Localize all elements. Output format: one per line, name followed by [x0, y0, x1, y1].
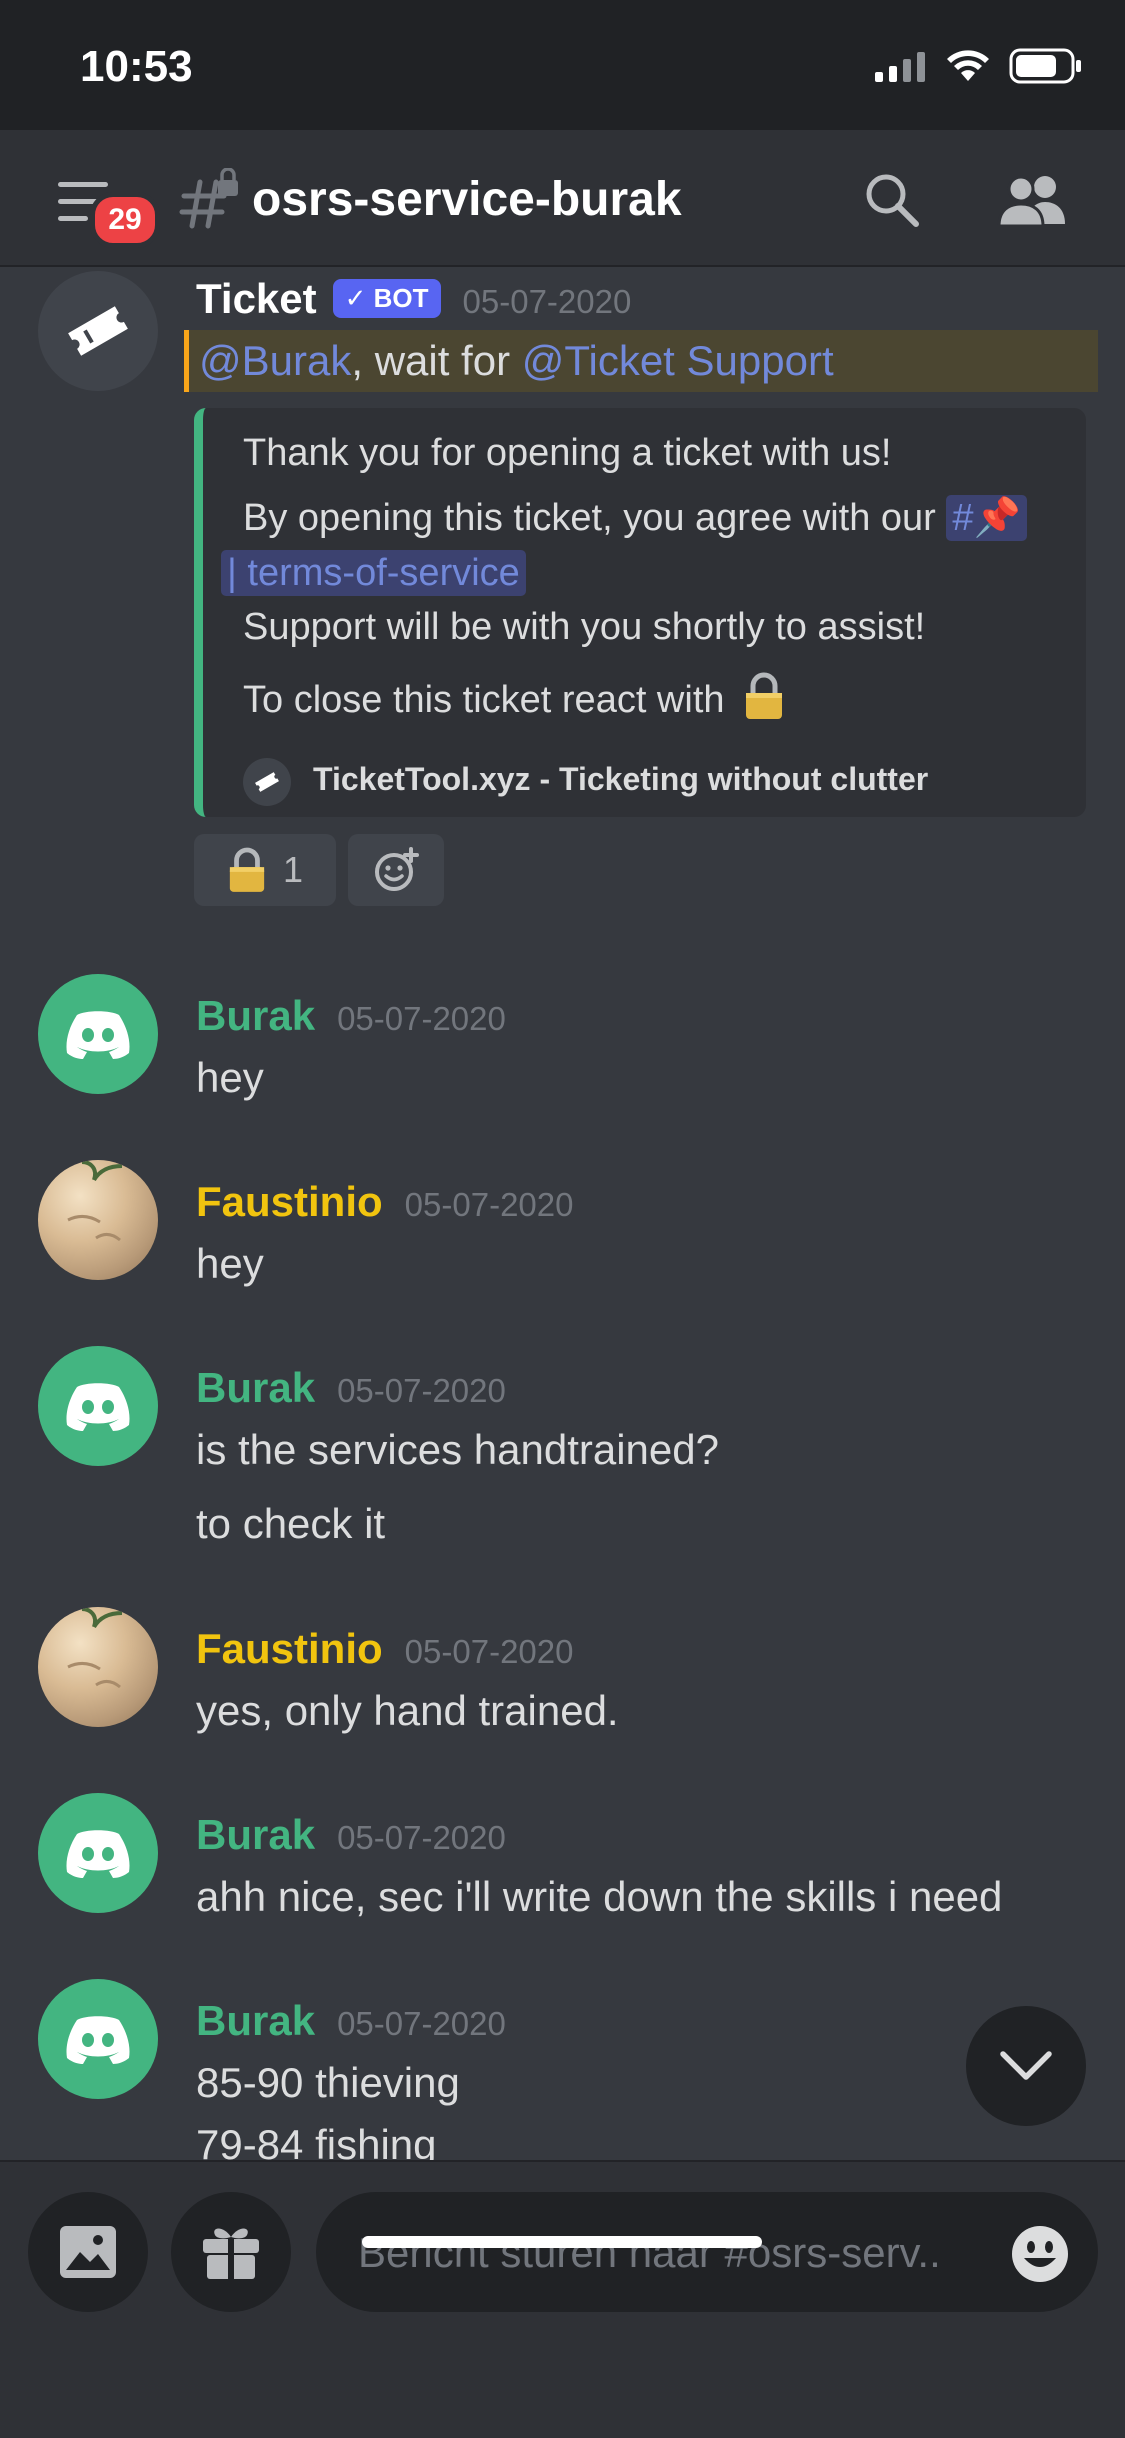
image-icon — [60, 2226, 116, 2278]
avatar[interactable] — [38, 1979, 158, 2099]
author-name[interactable]: Burak — [196, 1364, 315, 1411]
ticket-icon — [68, 306, 128, 356]
message-text: ahh nice, sec i'll write down the skills… — [196, 1873, 1003, 1920]
ticket-embed: Thank you for opening a ticket with us! … — [194, 408, 1086, 817]
jump-to-bottom-button[interactable] — [966, 2006, 1086, 2126]
message-feed[interactable]: Ticket ✓ BOT 05-07-2020 @Burak, wait for @… — [0, 267, 1125, 2160]
emoji-icon[interactable] — [1010, 2224, 1070, 2284]
message-text: hey — [196, 1054, 264, 1101]
message-timestamp: 05-07-2020 — [337, 1372, 506, 1409]
avatar[interactable] — [38, 974, 158, 1094]
reaction-lock[interactable]: 1 — [194, 834, 336, 906]
add-reaction-button[interactable] — [348, 834, 444, 906]
bot-avatar[interactable] — [38, 271, 158, 391]
channel-link[interactable]: | terms-of-service — [221, 550, 526, 596]
beach-photo-icon — [67, 1607, 123, 1689]
message-timestamp: 05-07-2020 — [337, 1819, 506, 1856]
bot-badge: ✓ BOT — [332, 279, 441, 318]
lock-icon — [746, 672, 783, 719]
embed-line: Thank you for opening a ticket with us! — [243, 432, 892, 474]
message-input-container — [316, 2192, 1098, 2314]
message-timestamp: 05-07-2020 — [404, 1633, 574, 1670]
mention-text: , wait for — [351, 337, 522, 384]
avatar[interactable] — [38, 1793, 158, 1913]
channel-title: osrs-service-burak — [252, 173, 682, 226]
embed-line: By opening this ticket, you agree with o… — [243, 495, 1027, 541]
discord-logo-icon — [66, 1830, 130, 1878]
author-name[interactable]: Faustinio — [196, 1625, 383, 1672]
avatar[interactable] — [38, 1607, 158, 1727]
message-input[interactable] — [356, 2192, 980, 2314]
user-mention[interactable]: @Burak — [199, 337, 351, 384]
search-icon[interactable] — [864, 172, 920, 228]
channel-link-hash[interactable]: #📌 — [946, 495, 1027, 541]
channel-header: 29 osrs-service-burak — [0, 130, 1125, 267]
embed-line: Support will be with you shortly to assi… — [243, 606, 926, 648]
author-name[interactable]: Burak — [196, 1997, 315, 2044]
discord-logo-icon — [66, 2016, 130, 2064]
discord-logo-icon — [66, 1383, 130, 1431]
reaction-count: 1 — [282, 849, 304, 890]
embed-line: To close this ticket react with — [243, 672, 785, 722]
wifi-icon — [947, 50, 989, 81]
chevron-down-icon — [1000, 2051, 1052, 2080]
author-name[interactable]: Burak — [196, 1811, 315, 1858]
message-text: to check it — [196, 1500, 386, 1547]
status-bar: 10:53 — [0, 0, 1125, 130]
beach-photo-icon — [67, 1160, 123, 1242]
pin-icon: 📌 — [973, 497, 1021, 539]
message-timestamp: 05-07-2020 — [337, 2005, 506, 2042]
message-timestamp: 05-07-2020 — [462, 283, 632, 320]
message-text: 85-90 thieving — [196, 2059, 460, 2106]
gift-icon — [203, 2228, 259, 2279]
message-text: 79-84 fishing — [196, 2121, 437, 2160]
author-name[interactable]: Faustinio — [196, 1178, 383, 1225]
message-text: yes, only hand trained. — [196, 1687, 619, 1734]
embed-footer: TicketTool.xyz - Ticketing without clutt… — [313, 761, 929, 797]
gift-button[interactable] — [171, 2192, 291, 2312]
lock-icon — [229, 847, 265, 892]
message-timestamp: 05-07-2020 — [337, 1000, 506, 1037]
message-text: is the services handtrained? — [196, 1426, 719, 1473]
avatar[interactable] — [38, 1160, 158, 1280]
unread-badge: 29 — [90, 192, 160, 248]
add-reaction-icon — [375, 847, 419, 891]
private-channel-icon — [179, 168, 238, 229]
footer-ticket-icon — [243, 758, 291, 806]
status-time: 10:53 — [80, 42, 193, 91]
composer-bar — [0, 2160, 1125, 2438]
avatar[interactable] — [38, 1346, 158, 1466]
battery-icon — [1009, 48, 1081, 84]
author-name[interactable]: Burak — [196, 992, 315, 1039]
signal-icon — [875, 52, 925, 82]
home-indicator[interactable] — [362, 2236, 762, 2248]
mention-line: @Burak, wait for @Ticket Support — [184, 330, 1098, 392]
author-name[interactable]: Ticket — [196, 275, 317, 322]
role-mention[interactable]: @Ticket Support — [522, 337, 834, 384]
image-upload-button[interactable] — [28, 2192, 148, 2312]
message-text: hey — [196, 1240, 264, 1287]
message-timestamp: 05-07-2020 — [404, 1186, 574, 1223]
members-icon[interactable] — [997, 172, 1067, 228]
discord-logo-icon — [66, 1011, 130, 1059]
